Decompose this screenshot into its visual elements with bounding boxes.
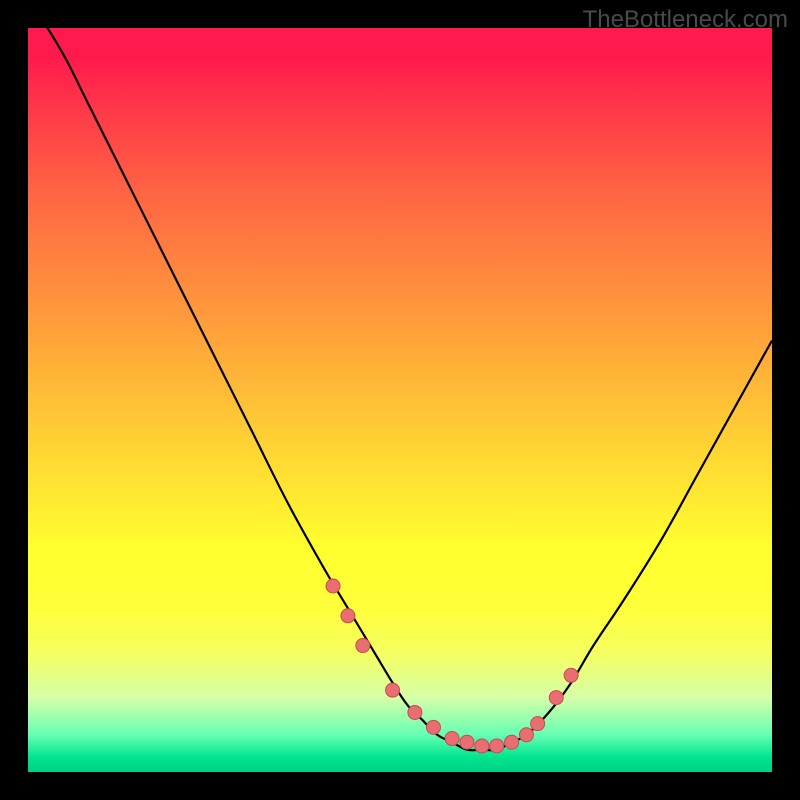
watermark-text: TheBottleneck.com [583, 6, 788, 34]
plot-area [28, 28, 772, 772]
heatmap-gradient [28, 28, 772, 772]
chart-container: TheBottleneck.com [0, 0, 800, 800]
